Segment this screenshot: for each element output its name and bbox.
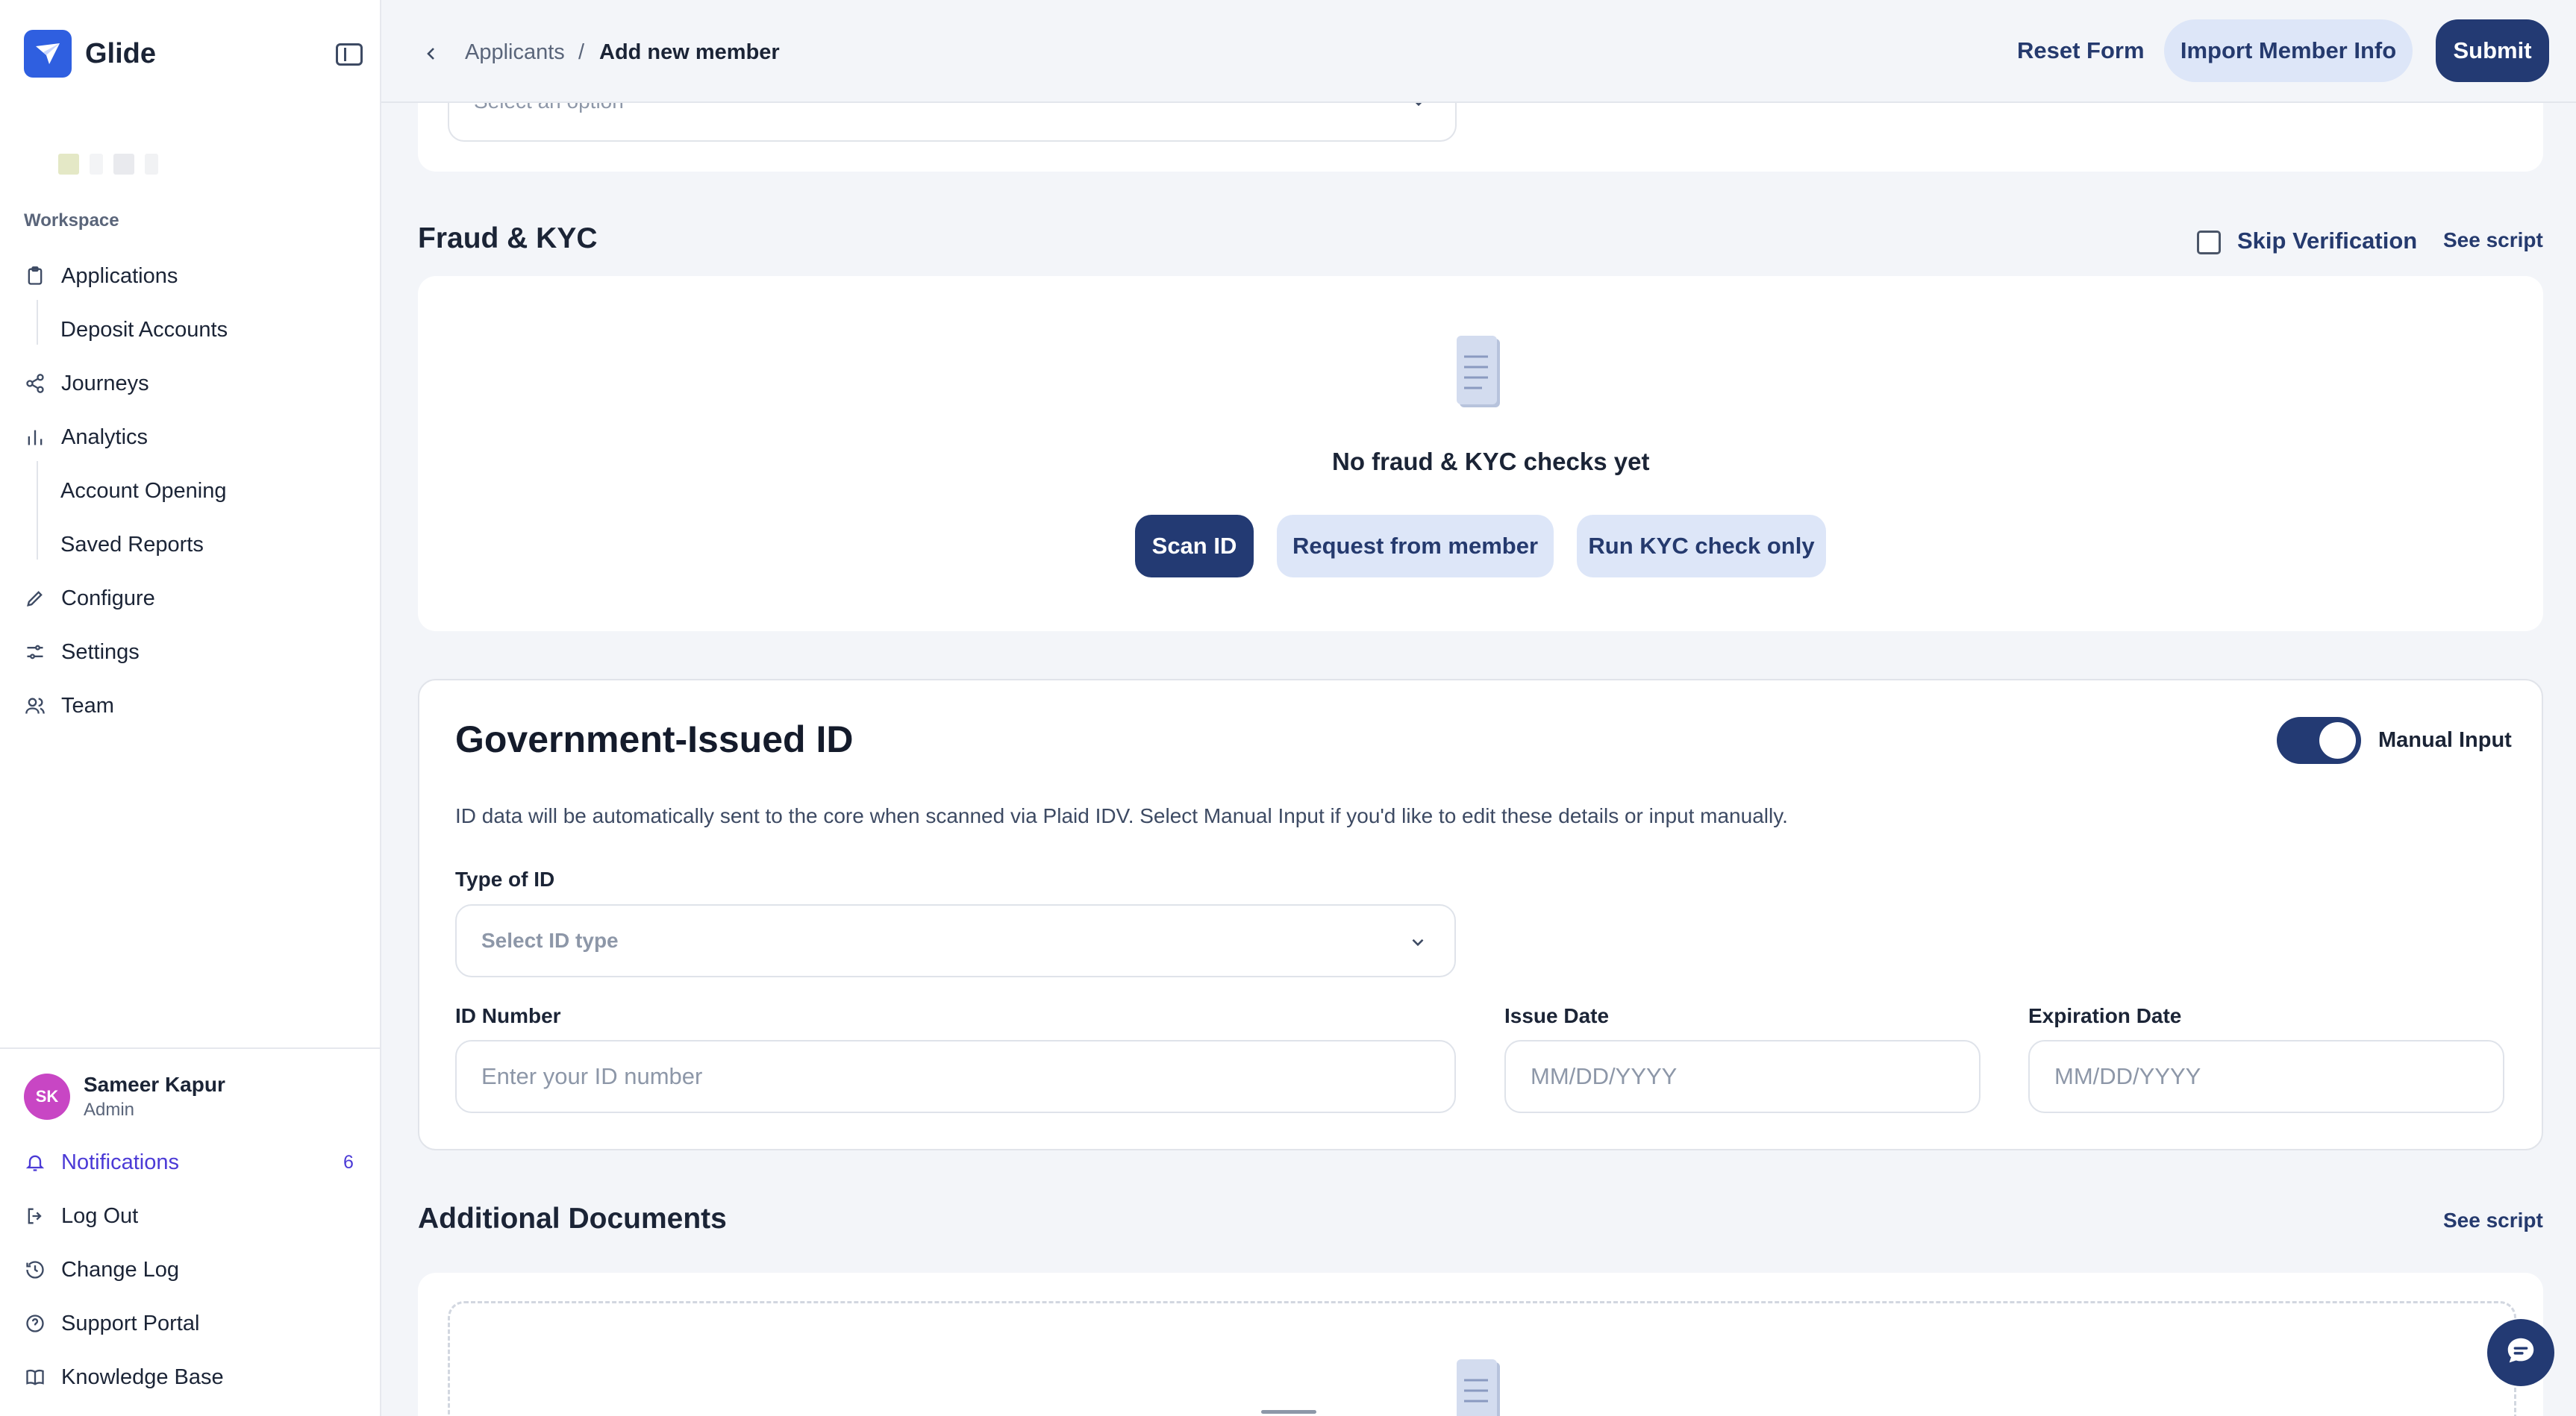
user-profile[interactable]: SK Sameer Kapur Admin [24, 1073, 225, 1121]
chat-bubble-icon [2504, 1334, 2538, 1372]
sidebar-item-label: Journeys [61, 371, 149, 395]
sliders-icon [24, 641, 46, 663]
id-number-input[interactable]: Enter your ID number [455, 1040, 1456, 1113]
back-chevron-icon[interactable] [422, 43, 440, 68]
government-id-title: Government-Issued ID [455, 718, 854, 760]
request-from-member-button[interactable]: Request from member [1277, 515, 1554, 577]
breadcrumb-separator: / [578, 40, 585, 64]
sidebar-item-applications[interactable]: Applications [24, 254, 360, 298]
notification-count-badge: 6 [343, 1152, 354, 1173]
id-number-placeholder: Enter your ID number [481, 1063, 703, 1089]
bar-chart-icon [24, 426, 46, 448]
sidebar-item-label: Applications [61, 263, 178, 288]
scan-id-button[interactable]: Scan ID [1135, 515, 1254, 577]
help-circle-icon [24, 1312, 46, 1335]
brand[interactable]: Glide [24, 30, 156, 78]
submit-button[interactable]: Submit [2436, 19, 2549, 82]
nav-tree-line [37, 300, 38, 345]
sidebar-item-log-out[interactable]: Log Out [24, 1194, 360, 1238]
expiration-date-input[interactable]: MM/DD/YYYY [2028, 1040, 2504, 1113]
fraud-kyc-title: Fraud & KYC [418, 222, 598, 254]
sidebar-divider [0, 1047, 381, 1049]
sidebar-item-label: Knowledge Base [61, 1365, 224, 1389]
manual-input-label: Manual Input [2378, 728, 2512, 752]
nav-tree-line [37, 461, 38, 560]
brand-name: Glide [85, 37, 157, 69]
user-role: Admin [84, 1100, 135, 1120]
sidebar-item-label: Analytics [61, 425, 149, 449]
sidebar-item-support-portal[interactable]: Support Portal [24, 1301, 360, 1346]
sidebar-item-change-log[interactable]: Change Log [24, 1247, 360, 1292]
glide-logo-icon [24, 30, 72, 78]
id-number-label: ID Number [455, 1004, 561, 1027]
sidebar-item-account-opening[interactable]: Account Opening [60, 469, 226, 513]
sidebar: Glide Workspace Applications Deposit Acc… [0, 0, 381, 1416]
expiration-date-placeholder: MM/DD/YYYY [2054, 1063, 2201, 1089]
sidebar-item-knowledge-base[interactable]: Knowledge Base [24, 1355, 360, 1400]
issue-date-placeholder: MM/DD/YYYY [1531, 1063, 1678, 1089]
sidebar-item-label: Notifications [61, 1150, 179, 1174]
sidebar-item-settings[interactable]: Settings [24, 630, 360, 674]
clipboard-icon [24, 265, 46, 287]
issue-date-label: Issue Date [1504, 1004, 1610, 1027]
sidebar-item-label: Settings [61, 639, 140, 664]
additional-documents-see-script-link[interactable]: See script [2443, 1209, 2543, 1232]
manual-input-toggle[interactable] [2277, 717, 2361, 764]
sidebar-item-label: Support Portal [61, 1311, 200, 1335]
sidebar-item-analytics[interactable]: Analytics [24, 415, 360, 460]
government-id-helper-text: ID data will be automatically sent to th… [455, 804, 1788, 827]
expiration-date-label: Expiration Date [2028, 1004, 2182, 1027]
pencil-icon [24, 587, 46, 610]
avatar: SK [24, 1074, 70, 1120]
sidebar-item-team[interactable]: Team [24, 683, 360, 728]
workspace-label: Workspace [24, 210, 119, 231]
bell-icon [24, 1151, 46, 1174]
fraud-kyc-empty-text: No fraud & KYC checks yet [1332, 448, 1650, 475]
sidebar-item-journeys[interactable]: Journeys [24, 361, 360, 406]
import-member-info-button[interactable]: Import Member Info [2164, 19, 2413, 82]
skip-verification-checkbox[interactable] [2197, 231, 2221, 254]
fraud-kyc-see-script-link[interactable]: See script [2443, 228, 2543, 252]
sidebar-item-notifications[interactable]: Notifications [24, 1140, 360, 1185]
book-icon [24, 1366, 46, 1388]
sidebar-item-label: Change Log [61, 1257, 180, 1282]
run-kyc-check-button[interactable]: Run KYC check only [1577, 515, 1826, 577]
user-name: Sameer Kapur [84, 1073, 225, 1096]
chevron-down-icon [1408, 933, 1428, 957]
sidebar-item-label: Team [61, 693, 114, 718]
sidebar-item-label: Log Out [61, 1203, 139, 1228]
sidebar-item-saved-reports[interactable]: Saved Reports [60, 522, 204, 567]
breadcrumb-applicants[interactable]: Applicants [465, 40, 565, 65]
type-of-id-select[interactable]: Select ID type [455, 904, 1456, 977]
skip-verification-label[interactable]: Skip Verification [2237, 228, 2417, 254]
chat-support-button[interactable] [2487, 1319, 2554, 1386]
sidebar-item-label: Configure [61, 586, 155, 610]
users-icon [24, 695, 46, 717]
scroll-indicator [1261, 1410, 1316, 1414]
document-stack-icon [1455, 334, 1504, 416]
sidebar-item-configure[interactable]: Configure [24, 576, 360, 621]
additional-documents-title: Additional Documents [418, 1203, 727, 1235]
issue-date-input[interactable]: MM/DD/YYYY [1504, 1040, 1981, 1113]
org-switcher[interactable] [58, 154, 158, 175]
toggle-knob [2319, 722, 2356, 759]
share-nodes-icon [24, 372, 46, 395]
history-icon [24, 1259, 46, 1281]
breadcrumb-current: Add new member [599, 40, 780, 64]
reset-form-button[interactable]: Reset Form [2017, 22, 2145, 79]
sidebar-collapse-icon[interactable] [336, 43, 363, 66]
document-stack-icon [1455, 1358, 1504, 1416]
logout-icon [24, 1205, 46, 1227]
type-of-id-placeholder: Select ID type [481, 929, 619, 952]
sidebar-item-deposit-accounts[interactable]: Deposit Accounts [60, 307, 228, 352]
type-of-id-label: Type of ID [455, 868, 555, 891]
